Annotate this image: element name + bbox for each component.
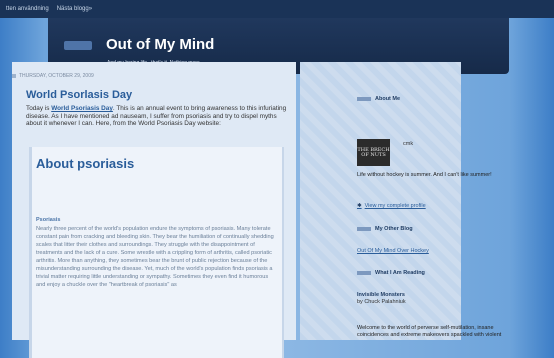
embed-body: Nearly three percent of the world's popu… bbox=[36, 226, 274, 288]
other-blog-heading: My Other Blog bbox=[357, 226, 413, 232]
post-date: THURSDAY, OCTOBER 29, 2009 bbox=[12, 73, 94, 79]
profile-bullet-icon: ✱ bbox=[357, 203, 362, 209]
book-author: by Chuck Palahniuk bbox=[357, 299, 406, 305]
navbar-link-next-blog[interactable]: Nästa blogg» bbox=[57, 6, 92, 12]
embed-heading: About psoriasis bbox=[36, 156, 135, 171]
book-description: Welcome to the world of perverse self-mu… bbox=[357, 325, 502, 338]
post-title[interactable]: World Psorlasis Day bbox=[26, 89, 132, 101]
reading-heading: What I Am Reading bbox=[357, 270, 425, 276]
view-profile-link[interactable]: ✱ View my complete profile bbox=[357, 203, 426, 209]
other-blog-link[interactable]: Out Of My Mind Over Hockey bbox=[357, 248, 429, 254]
embed-subheading: Psoriasis bbox=[36, 217, 61, 223]
blog-title[interactable]: Out of My Mind bbox=[106, 36, 214, 53]
heading-bar-icon bbox=[357, 271, 371, 275]
author-name: cmk bbox=[403, 141, 414, 147]
blogger-navbar: tten användning Nästa blogg» bbox=[0, 0, 554, 18]
book-title: Invisible Monsters bbox=[357, 292, 405, 298]
avatar-logo: THE BRECH OF NUTS bbox=[357, 146, 390, 158]
navbar-link-usage[interactable]: tten användning bbox=[6, 6, 49, 12]
heading-bar-icon bbox=[357, 97, 371, 101]
about-text: Life without hockey is summer. And I can… bbox=[357, 172, 492, 178]
about-me-heading: About Me bbox=[357, 96, 400, 102]
heading-bar-icon bbox=[357, 227, 371, 231]
date-bullet-icon bbox=[12, 74, 16, 78]
post-intro: Today is World Psoriasis Day. This is an… bbox=[26, 105, 287, 128]
header-decor bbox=[64, 41, 92, 50]
world-psoriasis-day-link[interactable]: World Psoriasis Day bbox=[51, 105, 113, 112]
avatar[interactable]: THE BRECH OF NUTS bbox=[357, 139, 390, 166]
